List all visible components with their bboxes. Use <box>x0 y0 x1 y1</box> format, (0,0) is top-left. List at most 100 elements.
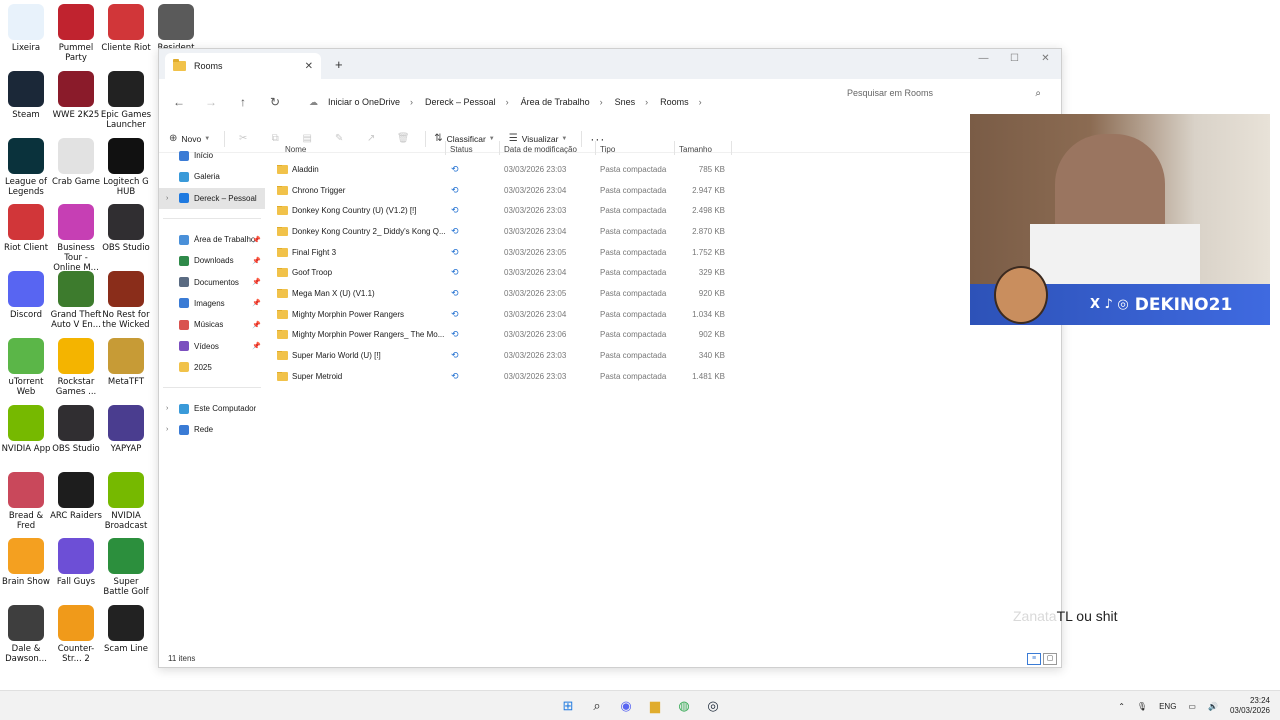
sidebar-item[interactable]: Músicas 📌 <box>159 314 265 335</box>
desktop-icon[interactable]: Rockstar Games ... <box>50 338 102 397</box>
sidebar-item[interactable]: Downloads 📌 <box>159 250 265 271</box>
sidebar-item[interactable]: Vídeos 📌 <box>159 335 265 356</box>
file-row[interactable]: Mighty Morphin Power Rangers ⟲ 03/03/2026 … <box>265 304 1061 325</box>
file-row[interactable]: Super Mario World (U) [!] ⟲ 03/03/2026 23:… <box>265 345 1061 366</box>
file-row[interactable]: Donkey Kong Country (U) (V1.2) [!] ⟲ 03/03… <box>265 200 1061 221</box>
desktop-icon[interactable]: Bread & Fred <box>0 471 52 531</box>
close-button[interactable]: ✕ <box>1030 49 1061 69</box>
sidebar-item[interactable]: Área de Trabalho 📌 <box>159 229 265 250</box>
sidebar-item[interactable]: Imagens 📌 <box>159 293 265 314</box>
volume-icon[interactable]: 🔊 <box>1208 702 1218 711</box>
desktop-icon[interactable]: Lixeira <box>0 4 52 53</box>
column-header-type[interactable]: Tipo <box>600 145 678 154</box>
search-icon[interactable]: ⌕ <box>586 696 608 716</box>
desktop-icon[interactable]: Fall Guys <box>50 538 102 587</box>
breadcrumb-snes[interactable]: Snes <box>615 97 636 107</box>
desktop-icon[interactable]: NVIDIA App <box>0 404 52 454</box>
desktop-icon[interactable]: OBS Studio <box>50 404 102 454</box>
desktop-icon[interactable]: League of Legends <box>0 137 52 197</box>
desktop-icon[interactable]: No Rest for the Wicked <box>100 271 152 330</box>
chevron-right-icon[interactable]: › <box>166 426 168 433</box>
file-name: Goof Troop <box>292 268 333 278</box>
file-row[interactable]: Mighty Morphin Power Rangers_ The Mo... ⟲… <box>265 325 1061 346</box>
desktop-icon-label: No Rest for the Wicked <box>102 310 150 331</box>
desktop-icon[interactable]: Riot Client <box>0 204 52 253</box>
sidebar-item[interactable]: Documentos 📌 <box>159 271 265 292</box>
breadcrumb-desktop[interactable]: Área de Trabalho <box>521 97 590 107</box>
file-row[interactable]: Super Metroid ⟲ 03/03/2026 23:03 Pasta comp… <box>265 366 1061 387</box>
maximize-button[interactable]: ☐ <box>999 49 1030 69</box>
tab-rooms[interactable]: Rooms ✕ <box>165 53 321 79</box>
desktop-icon[interactable]: Discord <box>0 271 52 320</box>
breadcrumb-onedrive[interactable]: Iniciar o OneDrive <box>328 97 400 107</box>
back-button[interactable]: ← <box>167 95 191 109</box>
desktop-icon[interactable]: uTorrent Web <box>0 338 52 397</box>
desktop-icon[interactable]: Logitech G HUB <box>100 137 152 197</box>
desktop-icon[interactable]: Steam <box>0 70 52 120</box>
chevron-up-icon[interactable]: ⌃ <box>1118 702 1125 711</box>
steam-icon[interactable]: ◎ <box>702 696 724 716</box>
file-row[interactable]: Chrono Trigger ⟲ 03/03/2026 23:04 Pasta com… <box>265 180 1061 201</box>
desktop-icon[interactable]: Business Tour - Online M... <box>50 204 102 273</box>
forward-button[interactable]: → <box>199 95 223 109</box>
file-row[interactable]: Goof Troop ⟲ 03/03/2026 23:04 Pasta compact… <box>265 262 1061 283</box>
sidebar-item[interactable]: › Dereck – Pessoal <box>159 187 265 209</box>
sidebar-item[interactable]: › Este Computador <box>159 398 265 419</box>
desktop-icon[interactable]: WWE 2K25 <box>50 70 102 120</box>
chevron-right-icon[interactable]: › <box>166 195 168 202</box>
column-header-name[interactable]: Nome <box>285 145 445 154</box>
desktop-icon[interactable]: Super Battle Golf <box>100 538 152 597</box>
desktop-icon-label: MetaTFT <box>107 377 145 387</box>
file-row[interactable]: Final Fight 3 ⟲ 03/03/2026 23:05 Pasta comp… <box>265 242 1061 263</box>
minimize-button[interactable]: — <box>968 49 999 69</box>
tiles-view-icon[interactable]: ▢ <box>1043 653 1057 665</box>
sidebar-item[interactable]: 2025 <box>159 357 265 378</box>
chrome-icon[interactable]: ◍ <box>673 696 695 716</box>
new-tab-button[interactable]: + <box>335 57 343 72</box>
chevron-right-icon[interactable]: › <box>166 405 168 412</box>
desktop-icon[interactable]: NVIDIA Broadcast <box>100 471 152 531</box>
search-input[interactable]: Pesquisar em Rooms <box>847 88 933 98</box>
sidebar-item[interactable]: Galeria <box>159 166 265 187</box>
search-box[interactable]: Pesquisar em Rooms ⌕ <box>839 79 1049 107</box>
column-header-date[interactable]: Data de modificação <box>504 145 599 154</box>
desktop-icon[interactable]: Crab Game <box>50 137 102 187</box>
desktop-icon[interactable]: Brain Show <box>0 538 52 587</box>
desktop-icon[interactable]: Counter-Str... 2 <box>50 605 102 664</box>
details-view-icon[interactable]: ≡ <box>1027 653 1041 665</box>
desktop-icon[interactable]: OBS Studio <box>100 204 152 253</box>
language-indicator[interactable]: ENG <box>1159 702 1176 711</box>
column-header-size[interactable]: Tamanho <box>679 145 731 154</box>
desktop-icon[interactable]: Pummel Party <box>50 4 102 63</box>
desktop-icon[interactable]: ARC Raiders <box>50 471 102 521</box>
desktop-icon[interactable]: Epic Games Launcher <box>100 70 152 130</box>
file-row[interactable]: Mega Man X (U) (V1.1) ⟲ 03/03/2026 23:05 Pa… <box>265 283 1061 304</box>
app-icon <box>58 404 94 441</box>
sidebar-item[interactable]: Início <box>159 145 265 166</box>
column-header-status[interactable]: Status <box>450 145 500 154</box>
clock[interactable]: 23:24 03/03/2026 <box>1230 696 1270 716</box>
desktop-icon[interactable]: YAPYAP <box>100 404 152 454</box>
breadcrumb-rooms[interactable]: Rooms <box>660 97 689 107</box>
sidebar-item[interactable]: › Rede <box>159 419 265 440</box>
file-explorer-icon[interactable]: ▆ <box>644 696 666 716</box>
desktop-icon[interactable]: Grand Theft Auto V En... <box>50 271 102 330</box>
up-button[interactable]: ↑ <box>231 95 255 109</box>
refresh-button[interactable]: ↻ <box>263 95 287 109</box>
desktop-icon[interactable]: MetaTFT <box>100 338 152 387</box>
breadcrumb-personal[interactable]: Dereck – Pessoal <box>425 97 496 107</box>
file-size: 785 KB <box>698 164 725 174</box>
windows-start-icon[interactable]: ⊞ <box>557 696 579 716</box>
file-row[interactable]: Donkey Kong Country 2_ Diddy's Kong Q...… <box>265 221 1061 242</box>
desktop-icon[interactable]: Scam Line <box>100 605 152 654</box>
close-tab-icon[interactable]: ✕ <box>305 61 313 72</box>
desktop-icon[interactable]: Cliente Riot <box>100 4 152 53</box>
desktop-icon[interactable]: Dale & Dawson... <box>0 605 52 664</box>
file-row[interactable]: Aladdin ⟲ 03/03/2026 23:03 Pasta compactada… <box>265 159 1061 180</box>
file-name: Super Metroid <box>292 371 343 381</box>
network-icon[interactable]: ▭ <box>1188 702 1196 711</box>
discord-icon[interactable]: ◉ <box>615 696 637 716</box>
microphone-icon[interactable]: 🎙 <box>1137 702 1147 711</box>
address-bar[interactable]: ☁ Iniciar o OneDrive › Dereck – Pessoal › … <box>309 88 843 116</box>
sync-icon: ⟲ <box>451 370 459 381</box>
